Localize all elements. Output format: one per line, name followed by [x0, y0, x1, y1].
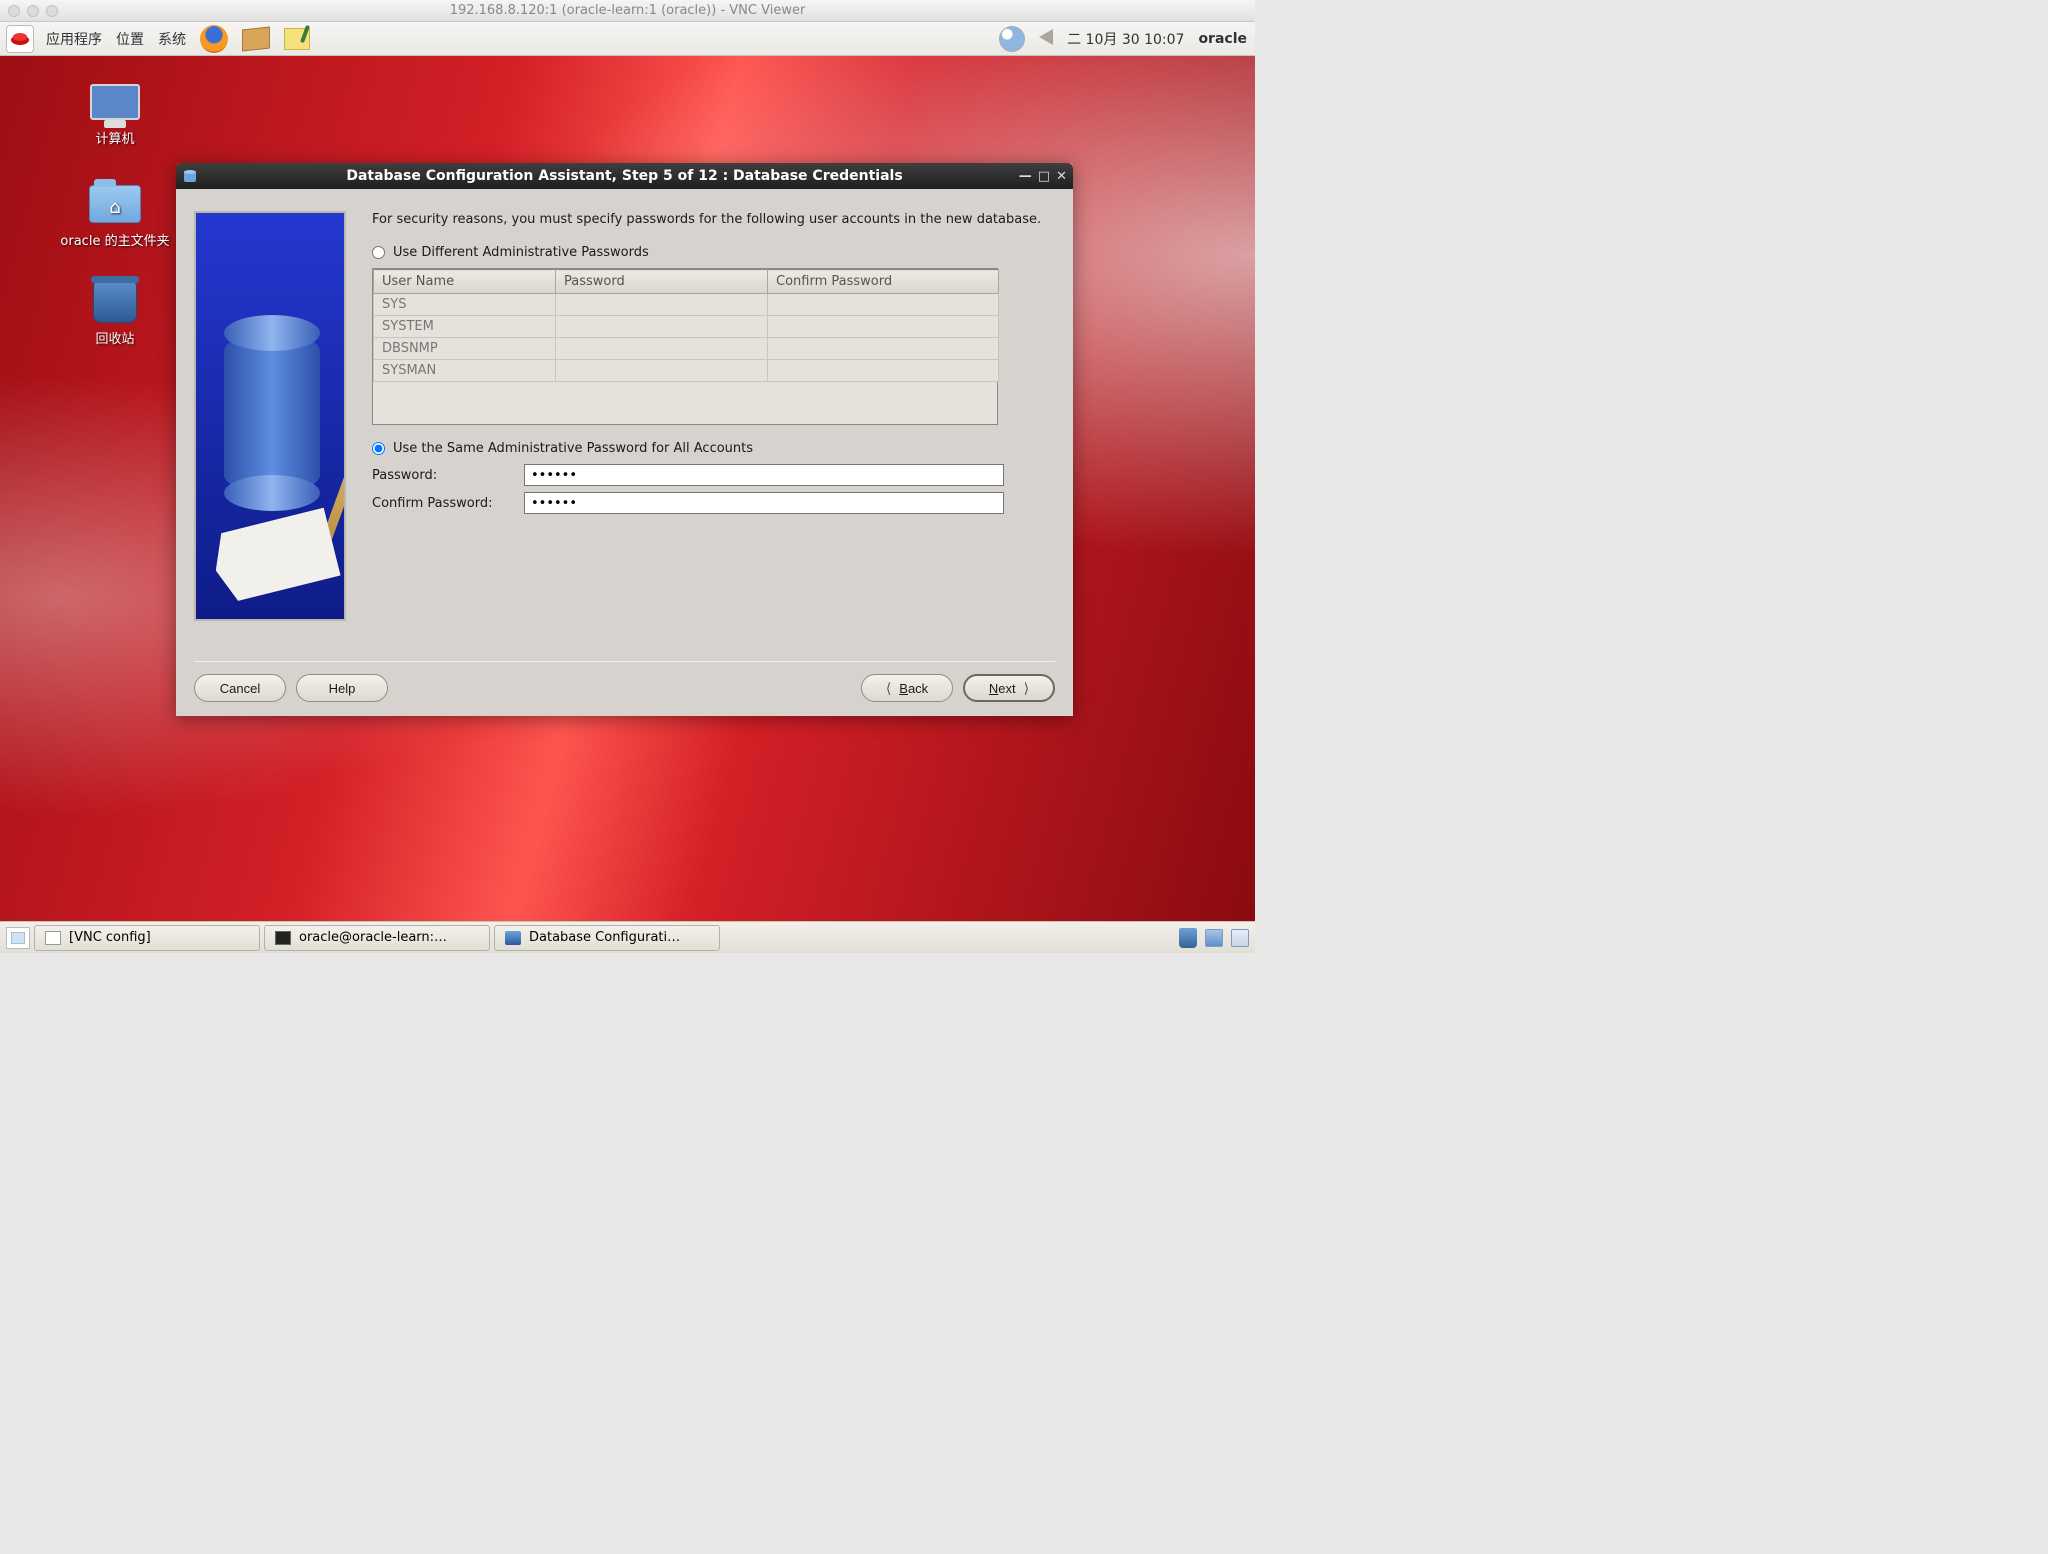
gnome-top-panel: 应用程序 位置 系统 二 10月 30 10:07 oracle	[0, 22, 1255, 56]
help-button[interactable]: Help	[296, 674, 388, 702]
dialog-intro-text: For security reasons, you must specify p…	[372, 211, 1055, 229]
table-row: SYSTEM	[374, 316, 999, 338]
window-icon	[45, 931, 61, 945]
vnc-viewer-title: 192.168.8.120:1 (oracle-learn:1 (oracle)…	[450, 3, 806, 18]
terminal-icon	[275, 931, 291, 945]
taskbar-label: oracle@oracle-learn:…	[299, 930, 447, 945]
cell-username: DBSNMP	[374, 338, 556, 360]
package-icon[interactable]	[240, 28, 272, 50]
radio-same-password[interactable]	[372, 442, 385, 455]
col-header-confirm: Confirm Password	[768, 270, 999, 294]
dialog-close-icon[interactable]: ✕	[1056, 170, 1067, 183]
mac-min-dot[interactable]	[27, 5, 39, 17]
table-row: SYS	[374, 294, 999, 316]
clock[interactable]: 二 10月 30 10:07	[1065, 29, 1186, 49]
desktop-label-home: oracle 的主文件夹	[50, 230, 180, 249]
dialog-minimize-icon[interactable]: —	[1019, 170, 1032, 183]
network-icon[interactable]	[997, 26, 1027, 52]
dbca-dialog: Database Configuration Assistant, Step 5…	[176, 163, 1073, 716]
dialog-side-artwork	[194, 211, 346, 621]
radio-same-password-label[interactable]: Use the Same Administrative Password for…	[393, 441, 753, 456]
table-row: SYSMAN	[374, 360, 999, 382]
computer-icon	[90, 84, 140, 120]
show-desktop-button[interactable]	[6, 927, 30, 949]
chevron-left-icon: ⟨	[886, 680, 891, 697]
cell-confirm	[768, 338, 999, 360]
taskbar-item-dbca[interactable]: Database Configurati…	[494, 925, 720, 951]
sound-icon[interactable]	[1037, 29, 1055, 49]
col-header-username: User Name	[374, 270, 556, 294]
dialog-separator	[194, 661, 1055, 662]
dialog-maximize-icon[interactable]: □	[1038, 170, 1050, 183]
cell-username: SYSTEM	[374, 316, 556, 338]
workspace-switcher-1[interactable]	[1205, 929, 1223, 947]
mac-close-dot[interactable]	[8, 5, 20, 17]
desktop-label-trash: 回收站	[50, 328, 180, 347]
cell-password	[556, 294, 768, 316]
cell-confirm	[768, 360, 999, 382]
cell-password	[556, 360, 768, 382]
dialog-title-icon	[182, 168, 198, 184]
confirm-password-input[interactable]	[524, 492, 1004, 514]
passwords-table: User Name Password Confirm Password SYS …	[372, 268, 998, 425]
next-button[interactable]: Next ⟩	[963, 674, 1055, 702]
tray-trash-icon[interactable]	[1179, 928, 1197, 948]
confirm-password-label: Confirm Password:	[372, 496, 510, 511]
home-folder-icon: ⌂	[89, 185, 141, 223]
mac-max-dot[interactable]	[46, 5, 58, 17]
cell-username: SYSMAN	[374, 360, 556, 382]
workspace-switcher-2[interactable]	[1231, 929, 1249, 947]
gnome-bottom-panel: [VNC config] oracle@oracle-learn:… Datab…	[0, 921, 1255, 953]
user-menu[interactable]: oracle	[1196, 31, 1249, 47]
desktop-label-computer: 计算机	[50, 128, 180, 147]
table-row: DBSNMP	[374, 338, 999, 360]
vnc-viewer-titlebar: 192.168.8.120:1 (oracle-learn:1 (oracle)…	[0, 0, 1255, 22]
cell-password	[556, 316, 768, 338]
taskbar-item-vnc-config[interactable]: [VNC config]	[34, 925, 260, 951]
back-button[interactable]: ⟨ Back	[861, 674, 953, 702]
col-header-password: Password	[556, 270, 768, 294]
mac-traffic-lights	[8, 5, 58, 17]
redhat-icon[interactable]	[6, 25, 34, 53]
menu-applications[interactable]: 应用程序	[44, 29, 104, 49]
desktop-icon-trash[interactable]: 回收站	[50, 280, 180, 347]
cell-confirm	[768, 294, 999, 316]
cell-username: SYS	[374, 294, 556, 316]
desktop-icon-computer[interactable]: 计算机	[50, 80, 180, 147]
cancel-button[interactable]: Cancel	[194, 674, 286, 702]
cell-confirm	[768, 316, 999, 338]
desktop-icon-home[interactable]: ⌂ oracle 的主文件夹	[50, 182, 180, 249]
notes-icon[interactable]	[282, 28, 312, 50]
dialog-titlebar[interactable]: Database Configuration Assistant, Step 5…	[176, 163, 1073, 189]
trash-icon	[93, 281, 137, 323]
menu-system[interactable]: 系统	[156, 29, 188, 49]
taskbar-label: [VNC config]	[69, 930, 151, 945]
password-input[interactable]	[524, 464, 1004, 486]
radio-different-passwords-label[interactable]: Use Different Administrative Passwords	[393, 245, 649, 260]
taskbar-item-terminal[interactable]: oracle@oracle-learn:…	[264, 925, 490, 951]
menu-places[interactable]: 位置	[114, 29, 146, 49]
radio-different-passwords[interactable]	[372, 246, 385, 259]
chevron-right-icon: ⟩	[1024, 680, 1029, 697]
database-icon	[505, 931, 521, 945]
dialog-title: Database Configuration Assistant, Step 5…	[346, 168, 902, 184]
cell-password	[556, 338, 768, 360]
desktop: 计算机 ⌂ oracle 的主文件夹 回收站 Database Configur…	[0, 56, 1255, 921]
firefox-icon[interactable]	[198, 25, 230, 53]
taskbar-label: Database Configurati…	[529, 930, 680, 945]
password-label: Password:	[372, 468, 510, 483]
